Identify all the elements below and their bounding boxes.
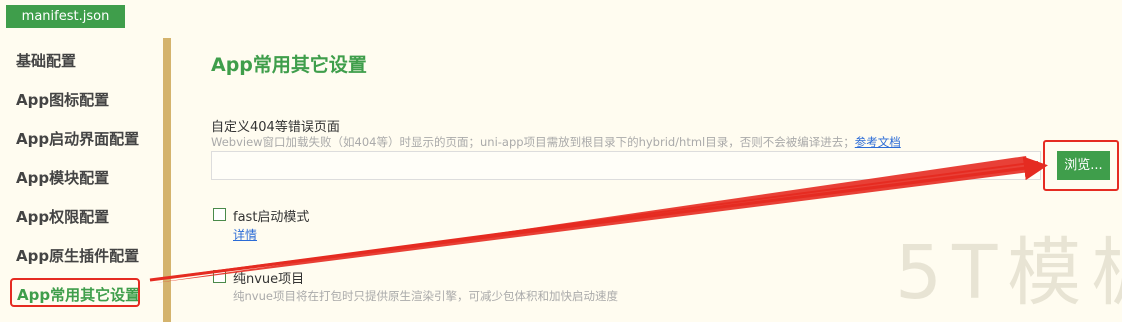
page-title: App常用其它设置 [211, 54, 367, 76]
error-page-label: 自定义404等错误页面 [211, 120, 340, 135]
highlight-box-sidebar [10, 278, 140, 307]
fast-start-checkbox[interactable] [213, 208, 226, 221]
error-page-description: Webview窗口加载失败（如404等）时显示的页面；uni-app项目需放到根… [211, 134, 901, 150]
sidebar-item-app-native-plugins[interactable]: App原生插件配置 [16, 245, 139, 266]
sidebar-item-app-icon[interactable]: App图标配置 [16, 89, 109, 110]
error-page-path-input[interactable] [211, 151, 1041, 180]
sidebar-item-app-permissions[interactable]: App权限配置 [16, 206, 109, 227]
fast-start-label: fast启动模式 [233, 210, 310, 225]
pure-nvue-hint: 纯nvue项目将在打包时只提供原生渲染引擎，可减少包体积和加快启动速度 [233, 289, 618, 303]
highlight-box-browse [1043, 140, 1119, 191]
doc-link[interactable]: 参考文档 [855, 135, 901, 149]
sidebar-item-basic[interactable]: 基础配置 [16, 50, 76, 71]
pure-nvue-label: 纯nvue项目 [233, 272, 305, 287]
fast-start-details-link[interactable]: 详情 [233, 226, 257, 243]
sidebar-divider [163, 38, 171, 322]
watermark: 5T模板 [895, 230, 1122, 316]
pure-nvue-checkbox[interactable] [213, 270, 226, 283]
error-page-description-text: Webview窗口加载失败（如404等）时显示的页面；uni-app项目需放到根… [211, 135, 855, 149]
tab-manifest-json[interactable]: manifest.json [6, 5, 125, 28]
sidebar-item-app-splash[interactable]: App启动界面配置 [16, 128, 139, 149]
sidebar-item-app-modules[interactable]: App模块配置 [16, 167, 109, 188]
